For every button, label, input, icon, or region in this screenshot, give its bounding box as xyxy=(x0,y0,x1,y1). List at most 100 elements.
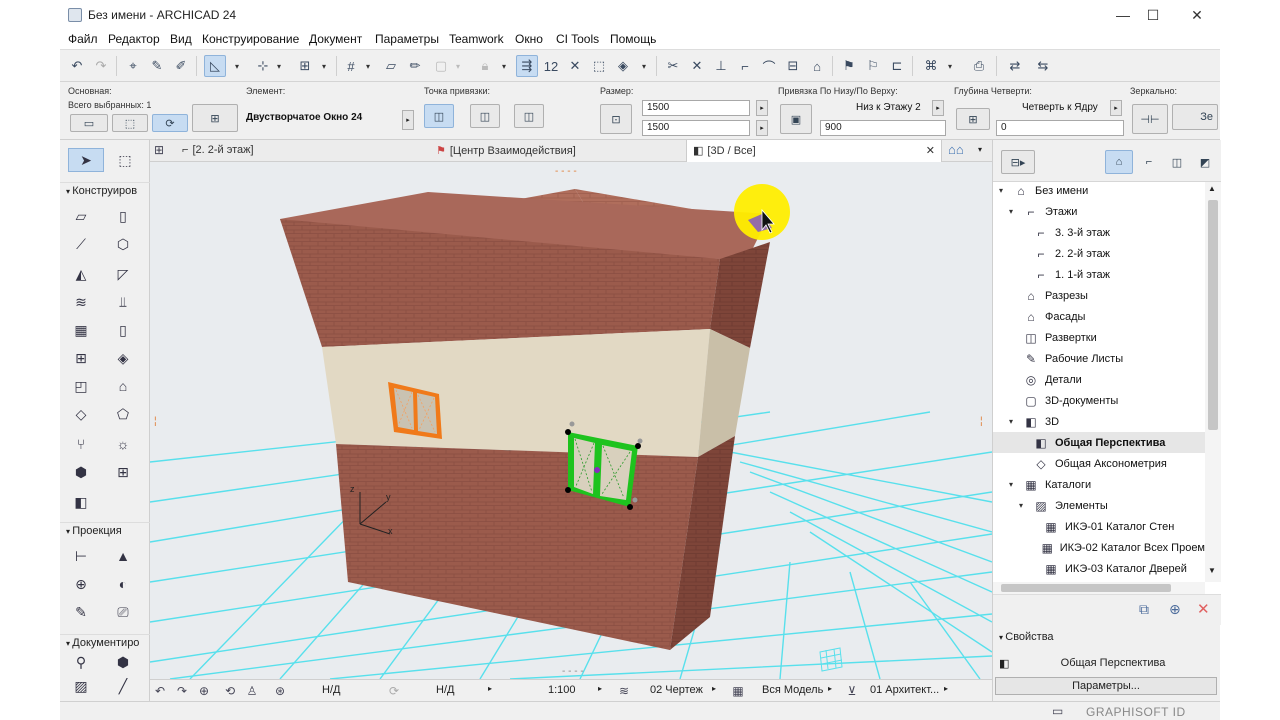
publisher-sets-icon[interactable]: ◩ xyxy=(1191,150,1219,174)
pick-up-parameters-icon[interactable]: ⌖ xyxy=(122,55,144,77)
navigator-scroll-thumb[interactable] xyxy=(1208,200,1218,430)
grid-snap-icon[interactable]: ⊞ xyxy=(294,55,316,77)
tab-close-icon[interactable]: ✕ xyxy=(926,144,935,157)
chevron-right-icon[interactable]: ▸ xyxy=(944,684,948,693)
hotlink-icon[interactable]: ⊏ xyxy=(886,55,908,77)
navigator-item[interactable]: ▾ ▦ Каталоги xyxy=(993,474,1205,495)
line-tool-icon[interactable]: ╱ xyxy=(110,674,136,698)
chevron-right-icon[interactable]: ▸ xyxy=(712,684,716,693)
section-projection[interactable]: ▾ Проекция xyxy=(60,522,150,540)
renovation-value[interactable]: 01 Архитект... xyxy=(870,684,939,696)
navigator-item[interactable]: ⌂ Фасады xyxy=(993,306,1205,327)
navigator-item[interactable]: ⌐ 3. 3-й этаж xyxy=(993,222,1205,243)
navigator-item[interactable]: ▦ ИКЭ-03 Каталог Дверей xyxy=(993,558,1205,579)
height-arrow-icon[interactable]: ▸ xyxy=(756,120,768,136)
morph-tool-icon[interactable]: ⬠ xyxy=(110,402,136,426)
renovation-icon[interactable]: ⊻ xyxy=(844,683,860,699)
navigator-item[interactable]: ▦ ИКЭ-01 Каталог Стен xyxy=(993,516,1205,537)
navigator-item[interactable]: ⌂ Разрезы xyxy=(993,285,1205,306)
navigator-item[interactable]: ▾ ◧ 3D xyxy=(993,411,1205,432)
menu-file[interactable]: Файл xyxy=(68,32,98,46)
fill-tool-icon[interactable]: ⬢ xyxy=(110,650,136,674)
orbit-icon[interactable]: ⟲ xyxy=(222,683,238,699)
anchor-edge-button[interactable]: ◫ xyxy=(514,104,544,128)
chevron-right-icon[interactable]: ▸ xyxy=(598,684,602,693)
navigator-item[interactable]: ◫ Развертки xyxy=(993,327,1205,348)
zoom-fit-icon[interactable]: ⊛ xyxy=(272,683,288,699)
intersect-icon[interactable]: ✕ xyxy=(686,55,708,77)
navigator-item[interactable]: ◧ Общая Перспектива xyxy=(993,432,1205,453)
scroll-down-icon[interactable]: ▼ xyxy=(1208,566,1216,575)
pencil-icon[interactable]: ✏ xyxy=(404,55,426,77)
3d-model-canvas[interactable]: z y x - - - - - - - - ¦ ¦ xyxy=(150,162,992,679)
label-tool-icon[interactable]: ⚲ xyxy=(68,650,94,674)
chevron-right-icon[interactable]: ▸ xyxy=(828,684,832,693)
menu-help[interactable]: Помощь xyxy=(610,32,656,46)
3d-viewport[interactable]: z y x - - - - - - - - ¦ ¦ xyxy=(150,162,992,679)
mirror-icon[interactable]: ⊣⊢ xyxy=(1132,104,1168,134)
elevation-tool-icon[interactable]: ◐ xyxy=(110,572,136,596)
height-field[interactable]: 1500 xyxy=(642,120,750,136)
layer-settings-button[interactable]: ▭ xyxy=(70,114,108,132)
level-dimension-tool-icon[interactable]: ▲ xyxy=(110,544,136,568)
menu-design[interactable]: Конструирование xyxy=(202,32,299,46)
width-arrow-icon[interactable]: ▸ xyxy=(756,100,768,116)
chevron-down-icon[interactable]: ▾ xyxy=(948,62,952,71)
menu-document[interactable]: Документ xyxy=(309,32,362,46)
layer-icon[interactable]: ▢ xyxy=(430,55,452,77)
redo-view-icon[interactable]: ↷ xyxy=(174,683,190,699)
home-shape-icon[interactable]: ⌂ xyxy=(806,55,828,77)
split-icon[interactable]: ⊟ xyxy=(782,55,804,77)
navigator-options-button[interactable]: ⊟▸ xyxy=(1001,150,1035,174)
navigator-h-scrollbar[interactable] xyxy=(993,582,1205,594)
stair-tool-icon[interactable]: ≋ xyxy=(68,290,94,314)
chevron-down-icon[interactable]: ▾ xyxy=(322,62,326,71)
tab-collaboration-center[interactable]: ⚑ [Центр Взаимодействия] xyxy=(430,140,582,162)
properties-header[interactable]: ▾ Свойства xyxy=(993,629,1221,649)
menu-options[interactable]: Параметры xyxy=(375,32,439,46)
grid-element-tool-icon[interactable]: ⊞ xyxy=(110,460,136,484)
element-arrow-icon[interactable]: ▸ xyxy=(402,110,414,130)
chair-tool-icon[interactable]: ⑂ xyxy=(68,432,94,456)
navigator-scrollbar[interactable]: ▲ ▼ xyxy=(1205,182,1221,582)
print-icon[interactable]: ⎙ xyxy=(968,55,990,77)
model-view-icon[interactable]: ▦ xyxy=(730,683,746,699)
new-view-icon[interactable]: ⊕ xyxy=(1169,601,1181,618)
navigator-h-scroll-thumb[interactable] xyxy=(1001,584,1171,592)
opening-tool-icon[interactable]: ◧ xyxy=(68,490,94,514)
curtain-wall-tool-icon[interactable]: ▦ xyxy=(68,318,94,342)
section-design[interactable]: ▾ Конструиров xyxy=(60,182,150,200)
menu-window[interactable]: Окно xyxy=(515,32,543,46)
chevron-down-icon[interactable]: ▾ xyxy=(456,62,460,71)
chevron-down-icon[interactable]: ▾ xyxy=(235,62,239,71)
rotate-view-icon[interactable]: ⟳ xyxy=(386,683,402,699)
magic-wand-icon[interactable]: ✕ xyxy=(564,55,586,77)
menu-ci-tools[interactable]: CI Tools xyxy=(556,32,599,46)
tab-2nd-floor[interactable]: ⌐ [2. 2-й этаж] xyxy=(176,140,260,162)
panel-toggle-icon[interactable]: ▭ xyxy=(1052,704,1063,718)
navigator-item[interactable]: ✎ Рабочие Листы xyxy=(993,348,1205,369)
lamp-tool-icon[interactable]: ☼ xyxy=(110,432,136,456)
depth-value[interactable]: Четверть к Ядру xyxy=(1022,102,1098,113)
graphisoft-id[interactable]: GRAPHISOFT ID xyxy=(1086,705,1186,719)
worksheet-tool-icon[interactable]: ✎ xyxy=(68,600,94,624)
door-tool-icon[interactable]: ▯ xyxy=(110,318,136,342)
layout-number-icon[interactable]: 12 xyxy=(540,55,562,77)
inject-parameters-icon[interactable]: ✐ xyxy=(170,55,192,77)
navigator-item[interactable]: ⌐ 1. 1-й этаж xyxy=(993,264,1205,285)
width-field[interactable]: 1500 xyxy=(642,100,750,116)
send-receive-icon[interactable]: ⇄ xyxy=(1004,55,1026,77)
object-tool-icon[interactable]: ⌂ xyxy=(110,374,136,398)
depth-arrow-icon[interactable]: ▸ xyxy=(1110,100,1122,116)
anchor-center-button[interactable]: ◫ xyxy=(424,104,454,128)
menu-teamwork[interactable]: Teamwork xyxy=(449,32,504,46)
eyedropper-icon[interactable]: ✎ xyxy=(146,55,168,77)
undo-icon[interactable]: ↶ xyxy=(66,55,88,77)
trace-icon[interactable]: ⇶ xyxy=(516,55,538,77)
chevron-down-icon[interactable]: ▾ xyxy=(1019,501,1029,510)
chevron-down-icon[interactable]: ▾ xyxy=(1009,207,1019,216)
chevron-down-icon[interactable]: ▾ xyxy=(502,62,506,71)
slab-tool-icon[interactable]: ⬡ xyxy=(110,232,136,256)
skylight-tool-icon[interactable]: ◈ xyxy=(110,346,136,370)
beam-tool-icon[interactable]: ⟋ xyxy=(68,232,94,256)
